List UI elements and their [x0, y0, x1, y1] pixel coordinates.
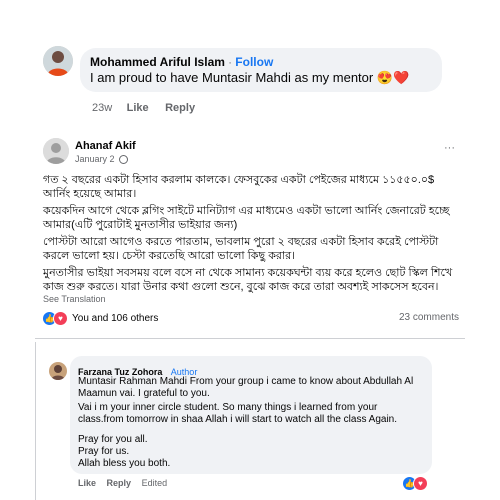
reply-actions: Like Reply Edited [78, 478, 167, 488]
person-icon [43, 46, 73, 76]
top-comment-bubble: Mohammed Ariful Islam · Follow I am prou… [80, 48, 442, 92]
post-paragraph: গত ২ বছরের একটা হিসাব করলাম কালকে। ফেসবু… [43, 174, 435, 200]
shared-post-card: Ahanaf Akif January 2 ··· গত ২ বছরের একট… [35, 128, 465, 338]
thread-line [35, 342, 36, 500]
post-date[interactable]: January 2 [75, 154, 115, 164]
post-more-button[interactable]: ··· [444, 142, 455, 154]
comments-count[interactable]: 23 comments [399, 312, 459, 323]
post-author-name[interactable]: Ahanaf Akif [75, 140, 136, 152]
post-paragraph: মুনতাসীর ভাইয়া সবসময় বলে বসে না থেকে স… [43, 267, 453, 293]
reply-reactions[interactable]: 👍 ♥ [402, 476, 428, 491]
see-translation-link[interactable]: See Translation [43, 294, 106, 304]
reply-text: Muntasir Rahman Mahdi From your group i … [78, 376, 418, 470]
reply-bubble: Farzana Tuz Zohora Author Muntasir Rahma… [70, 356, 432, 474]
reply-line: Muntasir Rahman Mahdi From your group i … [78, 376, 414, 399]
reply-line: Pray for you all. [78, 434, 148, 445]
love-reaction-icon: ♥ [53, 311, 68, 326]
reply-reply[interactable]: Reply [107, 478, 132, 488]
post-body: গত ২ বছরের একটা হিসাব করলাম কালকে। ফেসবু… [43, 173, 453, 297]
reply-line: Allah bless you both. [78, 458, 171, 469]
globe-icon [119, 155, 129, 165]
post-divider [35, 338, 465, 339]
reply-line: Pray for us. [78, 446, 130, 457]
reply-line: Vai i m your inner circle student. So ma… [78, 402, 398, 425]
post-paragraph: পোস্টটা আরো আগেও করতে পারতাম, ভাবলাম পুর… [43, 236, 439, 262]
name-separator: · [228, 57, 232, 69]
top-comment-reply[interactable]: Reply [165, 102, 195, 114]
reactions-summary[interactable]: 👍 ♥ You and 106 others [42, 311, 158, 326]
reply-edited: Edited [141, 478, 168, 488]
reply-like[interactable]: Like [78, 478, 96, 488]
top-comment-text: I am proud to have Muntasir Mahdi as my … [90, 70, 374, 85]
love-reaction-icon: ♥ [413, 476, 428, 491]
commenter-name[interactable]: Mohammed Ariful Islam [90, 55, 225, 69]
post-author-avatar[interactable] [43, 138, 69, 164]
person-icon [49, 362, 67, 380]
post-paragraph: কয়েকদিন আগে থেকে ব্লগিং সাইটে মানিট্যাগ… [43, 205, 450, 231]
reactions-count: You and 106 others [72, 313, 159, 324]
default-avatar-icon [43, 138, 69, 164]
top-comment-time[interactable]: 23w [92, 102, 112, 114]
follow-button[interactable]: Follow [235, 55, 273, 69]
reply-author-avatar[interactable] [49, 362, 67, 380]
commenter-avatar[interactable] [43, 46, 73, 76]
top-comment-like[interactable]: Like [127, 102, 149, 114]
love-emoji-icon: 😍❤️ [376, 70, 410, 85]
